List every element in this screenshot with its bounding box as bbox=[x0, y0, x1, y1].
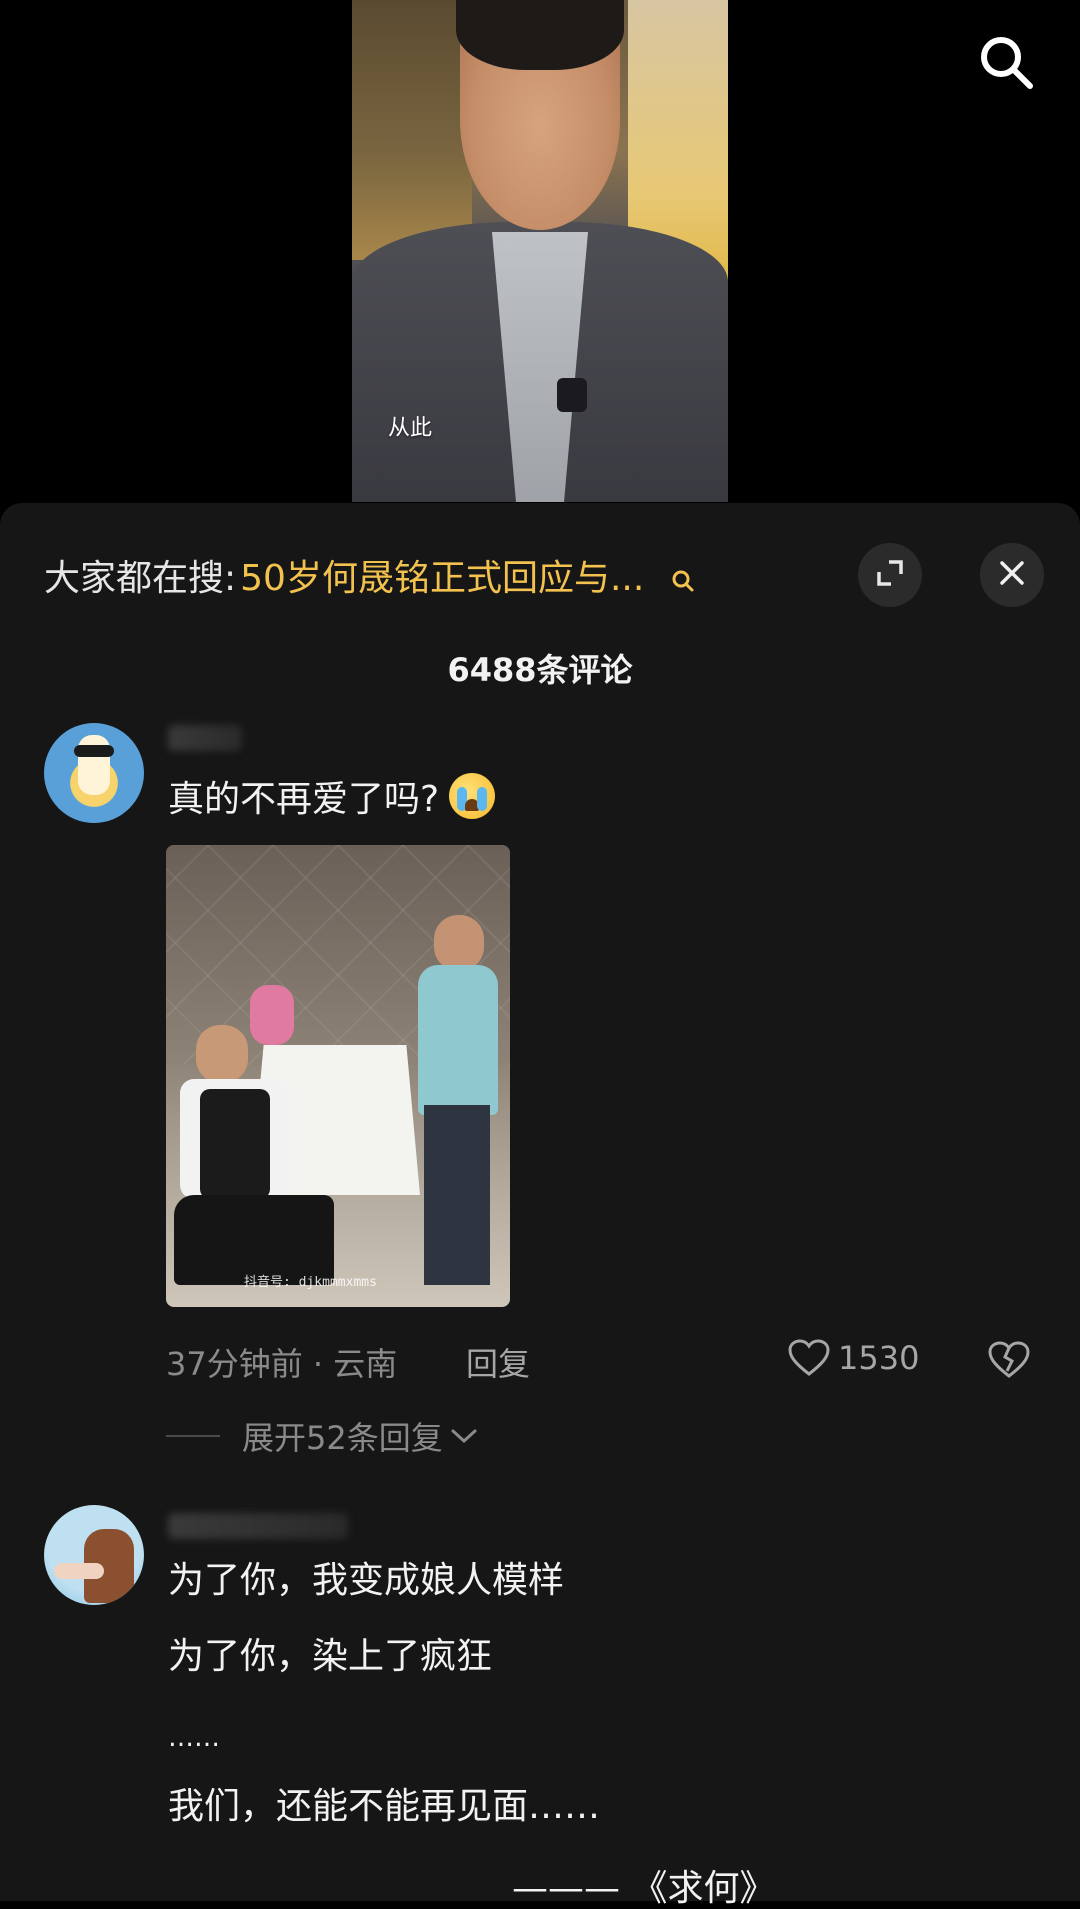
trending-search-bar[interactable]: 大家都在搜: 50岁何晟铭正式回应与... bbox=[44, 549, 804, 601]
avatar[interactable] bbox=[44, 723, 144, 823]
avatar-body bbox=[54, 1563, 104, 1579]
trending-search-prefix: 大家都在搜: bbox=[44, 558, 237, 599]
image-standing-man bbox=[414, 905, 500, 1295]
search-icon[interactable] bbox=[974, 30, 1038, 94]
reply-button[interactable]: 回复 bbox=[466, 1339, 530, 1385]
image-watermark: 抖音号: djkmmmxmms bbox=[244, 1275, 377, 1290]
avatar[interactable] bbox=[44, 1505, 144, 1605]
like-button[interactable]: 1530 bbox=[788, 1339, 919, 1377]
like-count: 1530 bbox=[838, 1339, 920, 1377]
comment-meta: 37分钟前 · 云南 回复 1530 bbox=[166, 1339, 1036, 1383]
expand-button[interactable] bbox=[858, 543, 922, 607]
lapel-mic bbox=[557, 378, 587, 412]
comment-body: 真的不再爱了吗? bbox=[168, 779, 440, 820]
comment-line: …… bbox=[168, 1723, 220, 1753]
username-blurred[interactable] bbox=[168, 1513, 348, 1539]
comment-count: 6488条评论 bbox=[447, 651, 633, 689]
comment-text: 真的不再爱了吗? bbox=[168, 773, 496, 824]
video-player[interactable]: 从此 bbox=[0, 0, 1080, 510]
close-icon bbox=[997, 558, 1027, 592]
broken-heart-icon bbox=[988, 1341, 1030, 1378]
video-person-hair bbox=[456, 0, 624, 70]
video-background bbox=[352, 0, 472, 260]
divider bbox=[166, 1435, 220, 1437]
dislike-button[interactable] bbox=[988, 1341, 1030, 1387]
image-kneeling-man bbox=[174, 1025, 334, 1295]
avatar-face bbox=[78, 735, 110, 795]
expand-icon bbox=[875, 558, 905, 592]
comment-line: 我们，还能不能再见面…… bbox=[168, 1786, 601, 1827]
heart-outline-icon bbox=[788, 1339, 830, 1376]
expand-replies-button[interactable]: 展开52条回复 bbox=[166, 1413, 479, 1459]
comment-line: 为了你，我变成娘人模样 bbox=[168, 1560, 565, 1601]
expand-replies-label: 展开52条回复 bbox=[242, 1419, 443, 1457]
comment-line: 为了你，染上了疯狂 bbox=[168, 1636, 493, 1677]
chevron-down-icon bbox=[451, 1429, 477, 1444]
close-button[interactable] bbox=[980, 543, 1044, 607]
comment-image[interactable]: 抖音号: djkmmmxmms bbox=[166, 845, 510, 1307]
trending-search-query[interactable]: 50岁何晟铭正式回应与... bbox=[240, 549, 644, 601]
comment-line: ——— 《求何》 bbox=[512, 1868, 776, 1909]
search-icon[interactable] bbox=[670, 562, 696, 592]
crying-emoji-icon bbox=[449, 773, 496, 819]
video-subtitle: 从此 bbox=[388, 416, 433, 441]
avatar-glasses bbox=[74, 745, 114, 757]
username-blurred[interactable] bbox=[168, 725, 242, 751]
comment-sheet: 大家都在搜: 50岁何晟铭正式回应与... 6488条评论 真的不再爱了吗? 抖… bbox=[0, 503, 1080, 1907]
comment-time-location: 37分钟前 · 云南 bbox=[166, 1345, 398, 1383]
